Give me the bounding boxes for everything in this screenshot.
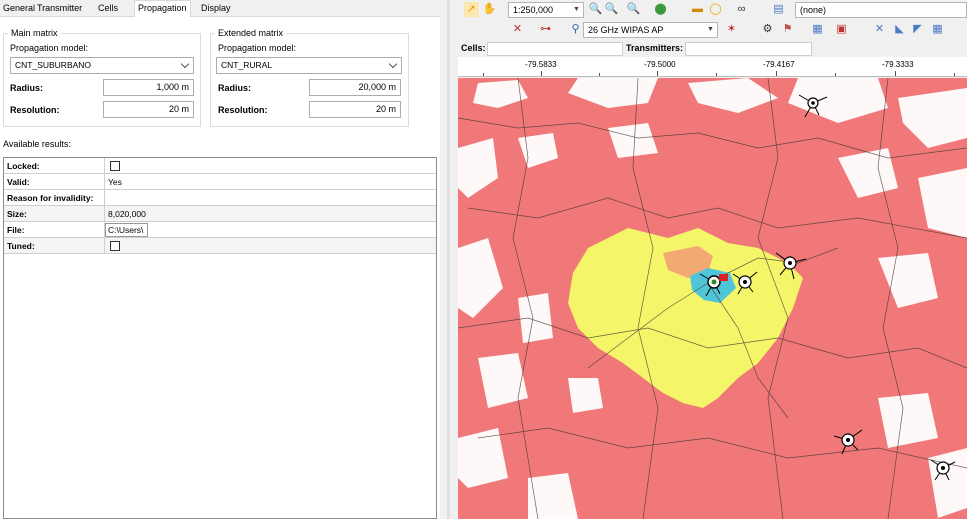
- result-key: Valid:: [7, 177, 30, 187]
- result-key: File:: [7, 225, 25, 235]
- result-key: Tuned:: [7, 241, 35, 251]
- layer-icon[interactable]: ▤: [771, 2, 786, 17]
- extended-model-value: CNT_RURAL: [221, 60, 273, 70]
- site-icon[interactable]: ⚲: [568, 22, 583, 37]
- chevron-down-icon: ▼: [573, 6, 580, 13]
- zoom-icon[interactable]: 🔍: [626, 2, 641, 17]
- results-row-file: File: C:\Users\: [4, 222, 436, 238]
- ruler-icon[interactable]: ▦: [930, 22, 945, 37]
- main-radius-label: Radius:: [10, 83, 44, 93]
- extended-matrix-title: Extended matrix: [215, 28, 287, 38]
- measure-icon[interactable]: ▬: [690, 2, 705, 17]
- main-model-select[interactable]: CNT_SUBURBANO: [10, 57, 194, 74]
- results-grid: Locked: Valid: Yes Reason for invalidity…: [3, 157, 437, 519]
- ruler-label: -79.3333: [882, 60, 914, 69]
- results-row-valid: Valid: Yes: [4, 174, 436, 190]
- panel-splitter[interactable]: [440, 0, 458, 519]
- filter-bar: Cells: Transmitters:: [458, 41, 967, 57]
- main-resolution-input[interactable]: 20 m: [103, 101, 194, 118]
- result-value: 8,020,000: [108, 209, 146, 219]
- transmitter-type-value: 26 GHz WIPAS AP: [588, 25, 664, 35]
- map-toolbar-2: ✕ ⊶ ⚲ 26 GHz WIPAS AP ▼ ✶ ⚙ ⚑ ▦ ▣ ✕ ◣ ◤ …: [458, 20, 967, 40]
- chevron-down-icon: ▼: [707, 26, 714, 33]
- properties-tabs: General Transmitter Cells Propagation Di…: [0, 0, 440, 17]
- ruler-icon[interactable]: ◣: [892, 22, 907, 37]
- tooltip-icon[interactable]: ◯: [708, 2, 723, 17]
- zoom-out-icon[interactable]: 🔍: [604, 2, 619, 17]
- transmitters-filter-input[interactable]: [685, 42, 812, 56]
- main-resolution-label: Resolution:: [10, 105, 60, 115]
- ruler-label: -79.5000: [644, 60, 676, 69]
- main-matrix-title: Main matrix: [8, 28, 61, 38]
- coverage-map[interactable]: [458, 78, 967, 519]
- main-model-value: CNT_SUBURBANO: [15, 60, 92, 70]
- ruler-icon[interactable]: ◤: [910, 22, 925, 37]
- extended-radius-input[interactable]: 20,000 m: [309, 79, 401, 96]
- binoculars-icon[interactable]: ∞: [734, 2, 749, 17]
- chevron-down-icon: [180, 59, 190, 69]
- ruler-label: -79.5833: [525, 60, 557, 69]
- select-arrow-icon[interactable]: ➚: [464, 2, 479, 17]
- extended-radius-label: Radius:: [218, 83, 252, 93]
- properties-panel: General Transmitter Cells Propagation Di…: [0, 0, 440, 519]
- results-row-reason: Reason for invalidity:: [4, 190, 436, 206]
- transmitter-type-dropdown[interactable]: 26 GHz WIPAS AP ▼: [583, 22, 718, 38]
- zoom-icon[interactable]: ✕: [872, 22, 887, 37]
- extended-resolution-label: Resolution:: [218, 105, 268, 115]
- earth-icon[interactable]: ⬤: [653, 2, 668, 17]
- result-key: Size:: [7, 209, 27, 219]
- layer-icon[interactable]: ▦: [810, 22, 825, 37]
- cells-label: Cells:: [461, 43, 486, 53]
- results-row-locked: Locked:: [4, 158, 436, 174]
- extended-model-label: Propagation model:: [218, 43, 297, 53]
- results-row-size: Size: 8,020,000: [4, 206, 436, 222]
- tab-display[interactable]: Display: [198, 1, 234, 17]
- ruler-icon[interactable]: ⚙: [760, 22, 775, 37]
- map-panel: ➚ ✋ 1:250,000 ▼ 🔍 🔍 🔍 ⬤ ▬ ◯ ∞ ▤ (none) ✕…: [458, 0, 967, 519]
- chevron-down-icon: [388, 59, 398, 69]
- layer-icon[interactable]: ▣: [834, 22, 849, 37]
- pan-hand-icon[interactable]: ✋: [482, 2, 497, 17]
- tab-propagation[interactable]: Propagation: [134, 0, 191, 17]
- calculate-icon[interactable]: ✶: [724, 22, 739, 37]
- tab-cells[interactable]: Cells: [95, 1, 121, 17]
- properties-icon[interactable]: ⚑: [780, 22, 795, 37]
- cells-filter-input[interactable]: [487, 42, 623, 56]
- scale-dropdown[interactable]: 1:250,000 ▼: [508, 2, 584, 18]
- locked-checkbox[interactable]: [110, 161, 120, 171]
- result-key: Reason for invalidity:: [7, 193, 94, 203]
- main-radius-input[interactable]: 1,000 m: [103, 79, 194, 96]
- ruler-label: -79.4167: [763, 60, 795, 69]
- layer-dropdown[interactable]: (none): [795, 2, 967, 18]
- longitude-ruler: -79.5833 -79.5000 -79.4167 -79.3333: [458, 57, 967, 77]
- extended-model-select[interactable]: CNT_RURAL: [216, 57, 402, 74]
- layer-value: (none): [800, 5, 827, 15]
- map-toolbar-1: ➚ ✋ 1:250,000 ▼ 🔍 🔍 🔍 ⬤ ▬ ◯ ∞ ▤ (none): [458, 0, 967, 20]
- tuned-checkbox[interactable]: [110, 241, 120, 251]
- transmitters-label: Transmitters:: [626, 43, 684, 53]
- transmitter-icon[interactable]: ✕: [510, 22, 525, 37]
- available-results-label: Available results:: [3, 139, 71, 149]
- result-key: Locked:: [7, 161, 40, 171]
- scale-value: 1:250,000: [513, 5, 554, 15]
- transmitter-icon[interactable]: [719, 274, 728, 281]
- result-value: C:\Users\: [108, 225, 144, 235]
- main-model-label: Propagation model:: [10, 43, 89, 53]
- extended-resolution-input[interactable]: 20 m: [309, 101, 401, 118]
- tab-general[interactable]: General: [0, 1, 38, 17]
- tab-transmitter[interactable]: Transmitter: [34, 1, 85, 17]
- results-row-tuned: Tuned:: [4, 238, 436, 254]
- result-value: Yes: [108, 177, 122, 187]
- zoom-in-icon[interactable]: 🔍: [588, 2, 603, 17]
- coverage-map-svg[interactable]: [458, 78, 967, 519]
- antenna-icon[interactable]: ⊶: [538, 22, 553, 37]
